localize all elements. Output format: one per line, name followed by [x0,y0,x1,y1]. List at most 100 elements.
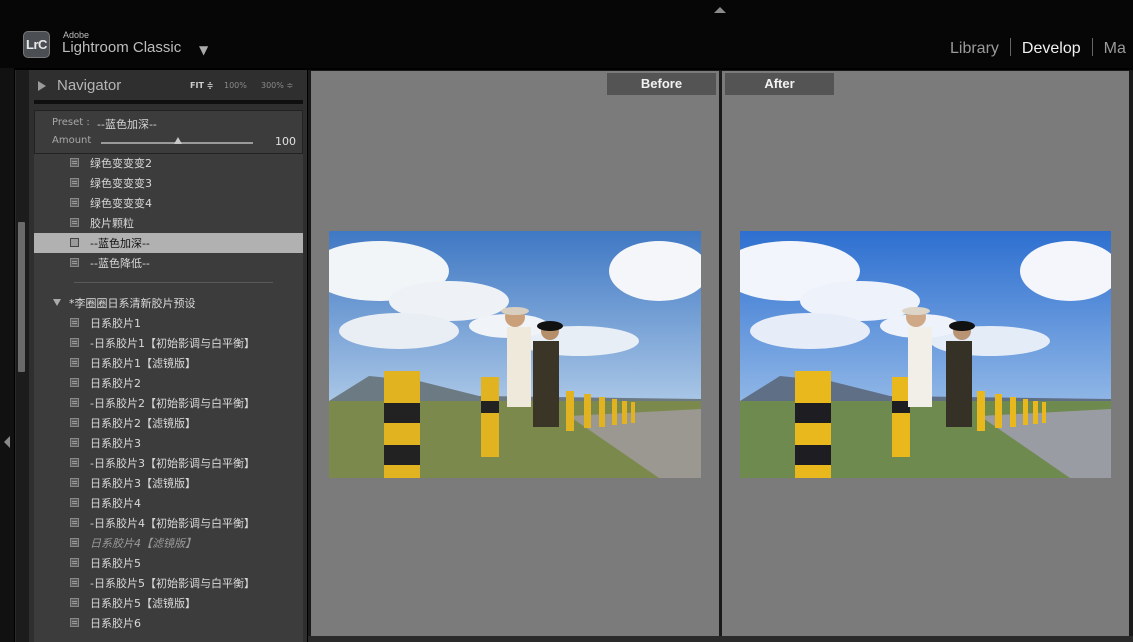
filmstrip-edge [308,636,1133,642]
preset-icon [70,258,79,267]
left-panel-edge [0,68,14,642]
preset-icon [70,438,79,447]
preset-item[interactable]: 日系胶片2 [34,373,303,393]
preset-label: -日系胶片2【初始影调与白平衡】 [90,397,255,410]
preset-item[interactable]: -日系胶片4【初始影调与白平衡】 [34,513,303,533]
preset-item[interactable]: 绿色变变变4 [34,193,303,213]
folder-expanded-icon[interactable] [53,299,61,306]
collapse-top-panel-icon[interactable] [714,7,726,13]
preset-icon [70,618,79,627]
preset-item[interactable]: 日系胶片3 [34,433,303,453]
preset-item[interactable]: -日系胶片3【初始影调与白平衡】 [34,453,303,473]
group-divider [74,282,273,283]
after-label: After [725,73,834,95]
navigator-preview[interactable] [34,100,303,104]
preset-icon [70,458,79,467]
zoom-300[interactable]: 300% ≑ [261,81,293,90]
preset-label: 日系胶片6 [90,617,141,630]
preset-label: 日系胶片3【滤镜版】 [90,477,196,490]
preset-item[interactable]: 日系胶片2【滤镜版】 [34,413,303,433]
preset-amount-box: Preset : --蓝色加深-- Amount 100 [34,110,303,154]
before-photo[interactable] [329,231,701,478]
preset-label: -日系胶片5【初始影调与白平衡】 [90,577,255,590]
preset-label: 日系胶片5【滤镜版】 [90,597,196,610]
preset-item-selected[interactable]: --蓝色加深-- [34,233,303,253]
preset-label: 绿色变变变3 [90,177,152,190]
preset-icon [70,198,79,207]
preset-label: 日系胶片1 [90,317,141,330]
amount-slider-thumb[interactable] [174,137,182,144]
preset-icon [70,218,79,227]
preset-icon [70,358,79,367]
module-divider [1009,38,1011,56]
amount-label: Amount [52,135,92,146]
top-bar: LrC Adobe Lightroom Classic ▼ Library Dev… [0,0,1133,68]
preset-item[interactable]: 胶片颗粒 [34,213,303,233]
module-picker: Library Develop Ma [950,38,1126,58]
preset-name: --蓝色加深-- [97,118,157,131]
preset-icon [70,418,79,427]
module-develop[interactable]: Develop [1022,40,1081,58]
preset-label: --蓝色降低-- [90,257,150,270]
preset-item[interactable]: 绿色变变变3 [34,173,303,193]
identity-plate-menu-icon[interactable]: ▼ [199,43,208,57]
preset-icon [70,398,79,407]
preset-label: 日系胶片2 [90,377,141,390]
preset-label: 日系胶片5 [90,557,141,570]
preset-item-hover[interactable]: 日系胶片4【滤镜版】 [34,533,303,553]
preset-label: 胶片颗粒 [90,217,134,230]
after-photo[interactable] [740,231,1111,478]
preset-icon [70,598,79,607]
lightroom-logo: LrC [23,31,50,58]
preset-label: -日系胶片4【初始影调与白平衡】 [90,517,255,530]
preset-label: 日系胶片2【滤镜版】 [90,417,196,430]
amount-value[interactable]: 100 [275,135,296,148]
preset-item[interactable]: 日系胶片3【滤镜版】 [34,473,303,493]
module-map[interactable]: Ma [1104,40,1126,58]
preset-icon [70,478,79,487]
zoom-fit[interactable]: FIT ≑ [190,81,213,90]
preset-folder[interactable]: *李圈圈日系清新胶片预设 [34,293,303,313]
scrollbar-thumb[interactable] [18,222,25,372]
preset-icon [70,378,79,387]
preset-icon [70,338,79,347]
preset-label: -日系胶片1【初始影调与白平衡】 [90,337,255,350]
preset-item[interactable]: --蓝色降低-- [34,253,303,273]
preset-label: --蓝色加深-- [90,237,150,250]
navigator-title: Navigator [57,77,122,94]
app-name: Lightroom Classic [62,39,182,56]
collapse-left-panel-icon[interactable] [4,436,10,448]
preset-icon [70,558,79,567]
preset-item[interactable]: 日系胶片5 [34,553,303,573]
preset-label: 日系胶片4 [90,497,141,510]
preset-item[interactable]: -日系胶片1【初始影调与白平衡】 [34,333,303,353]
preset-item[interactable]: 日系胶片1 [34,313,303,333]
preset-item[interactable]: 日系胶片4 [34,493,303,513]
preset-icon [70,238,79,247]
preset-label: Preset : [52,117,90,128]
preset-item[interactable]: -日系胶片5【初始影调与白平衡】 [34,573,303,593]
preset-icon [70,158,79,167]
zoom-100[interactable]: 100% [224,81,247,90]
preset-item[interactable]: -日系胶片2【初始影调与白平衡】 [34,393,303,413]
folder-label: *李圈圈日系清新胶片预设 [69,297,196,310]
preset-item[interactable]: 日系胶片5【滤镜版】 [34,593,303,613]
preset-label: 绿色变变变4 [90,197,152,210]
preset-icon [70,498,79,507]
preset-label: 日系胶片1【滤镜版】 [90,357,196,370]
module-library[interactable]: Library [950,40,999,58]
preset-list: 绿色变变变2 绿色变变变3 绿色变变变4 胶片颗粒 --蓝色加深-- --蓝色降… [34,154,303,642]
preset-icon [70,518,79,527]
preset-icon [70,318,79,327]
preset-label: -日系胶片3【初始影调与白平衡】 [90,457,255,470]
preset-item[interactable]: 绿色变变变2 [34,154,303,173]
navigator-header[interactable]: Navigator FIT ≑ 100% 300% ≑ [29,70,307,100]
preset-icon [70,178,79,187]
preset-item[interactable]: 日系胶片6 [34,613,303,633]
preset-icon [70,578,79,587]
preset-label: 日系胶片3 [90,437,141,450]
expand-triangle-icon[interactable] [38,81,46,91]
preset-label: 绿色变变变2 [90,157,152,170]
before-label: Before [607,73,716,95]
preset-item[interactable]: 日系胶片1【滤镜版】 [34,353,303,373]
